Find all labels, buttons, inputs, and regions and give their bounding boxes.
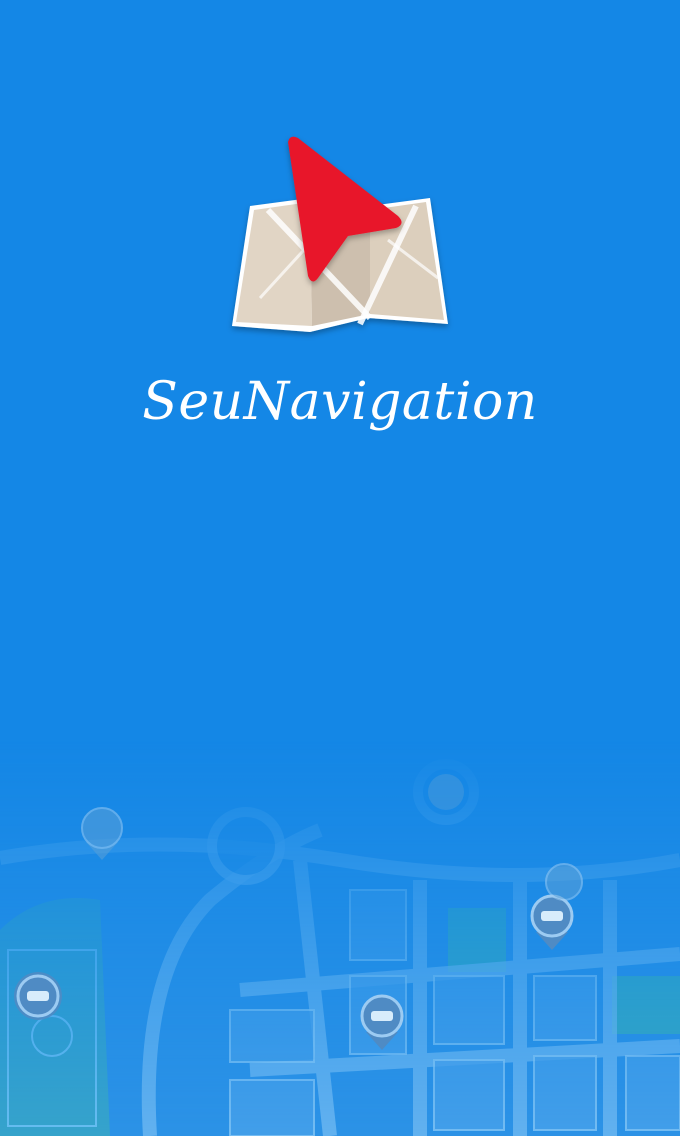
map-navigation-logo-icon bbox=[232, 136, 448, 332]
car-pin-icon bbox=[545, 863, 583, 901]
app-name-title: SeuNavigation bbox=[142, 372, 538, 432]
splash-screen: SeuNavigation bbox=[0, 0, 680, 1136]
car-pin-icon bbox=[13, 972, 62, 1020]
location-pin-icon bbox=[428, 774, 464, 810]
city-map-background bbox=[0, 740, 680, 1136]
